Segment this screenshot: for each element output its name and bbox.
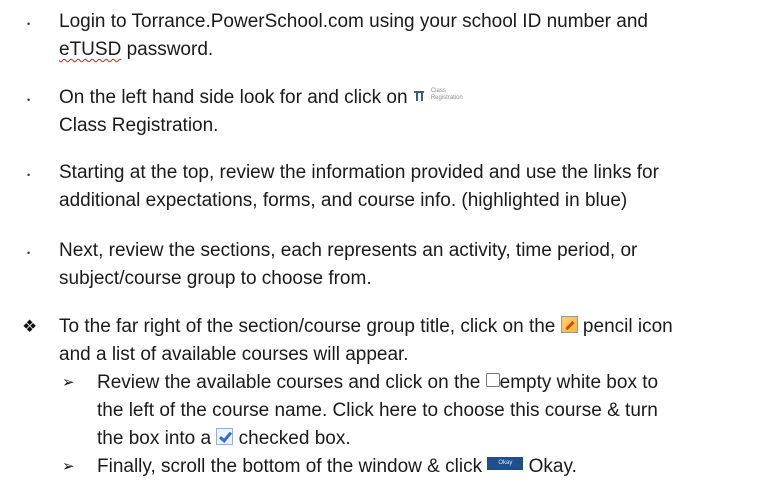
substep-1-line-2: the left of the course name. Click here …: [97, 400, 658, 421]
step-2-line-1: On the left hand side look for and click…: [59, 84, 759, 112]
substep-1-line-1-a: Review the available courses and click o…: [97, 372, 486, 393]
step-2-line-1-text: On the left hand side look for and click…: [59, 87, 413, 108]
step-3-text: Starting at the top, review the informat…: [59, 159, 759, 215]
bullet: •: [27, 19, 31, 29]
step-1-line-2-rest: password.: [121, 39, 214, 60]
substep-1-line-1-b: empty white box to: [499, 372, 659, 393]
step-5-line-1: To the far right of the section/course g…: [59, 313, 759, 341]
step-4-line-2: subject/course group to choose from.: [59, 268, 372, 289]
class-registration-icon-label: Class Registration: [430, 87, 463, 101]
substep-1-line-3-b: checked box.: [233, 428, 351, 449]
step-2-line-2: Class Registration.: [59, 115, 219, 136]
step-1-text: Login to Torrance.PowerSchool.com using …: [59, 8, 759, 64]
step-1-line-2: eTUSD password.: [59, 36, 759, 64]
step-5-line-2: and a list of available courses will app…: [59, 344, 409, 365]
step-5-line-1-b: pencil icon: [577, 316, 673, 337]
substep-2-line-1-b: Okay.: [523, 456, 577, 477]
bullet: •: [27, 170, 31, 180]
step-4-line-1: Next, review the sections, each represen…: [59, 240, 638, 261]
bullet: ➢: [62, 458, 75, 475]
substep-1-text: Review the available courses and click o…: [97, 369, 757, 453]
checked-checkbox-icon: [216, 428, 234, 446]
step-5-line-1-a: To the far right of the section/course g…: [59, 316, 561, 337]
step-1-line-1: Login to Torrance.PowerSchool.com using …: [59, 11, 648, 32]
empty-checkbox-icon: [485, 372, 500, 387]
substep-2-line-1: Finally, scroll the bottom of the window…: [97, 453, 757, 481]
substep-2-line-1-a: Finally, scroll the bottom of the window…: [97, 456, 488, 477]
step-3-line-1: Starting at the top, review the informat…: [59, 162, 659, 183]
desk-icon: [413, 88, 427, 102]
step-5-text: To the far right of the section/course g…: [59, 313, 759, 369]
step-4-text: Next, review the sections, each represen…: [59, 237, 759, 293]
substep-1-line-1: Review the available courses and click o…: [97, 369, 757, 397]
bullet: •: [27, 95, 31, 105]
substep-1-line-3: the box into a checked box.: [97, 425, 757, 453]
step-3-line-2: additional expectations, forms, and cour…: [59, 190, 628, 211]
bullet: ➢: [62, 374, 75, 391]
substep-1-line-3-a: the box into a: [97, 428, 217, 449]
okay-button-icon: Okay: [487, 457, 524, 471]
bullet: ❖: [22, 317, 38, 336]
class-registration-icon: Class Registration: [413, 88, 473, 104]
pencil-icon: [560, 316, 578, 334]
substep-2-text: Finally, scroll the bottom of the window…: [97, 453, 757, 481]
step-2-text: On the left hand side look for and click…: [59, 84, 759, 140]
bullet: •: [27, 248, 31, 258]
etusd-word: eTUSD: [59, 39, 122, 60]
